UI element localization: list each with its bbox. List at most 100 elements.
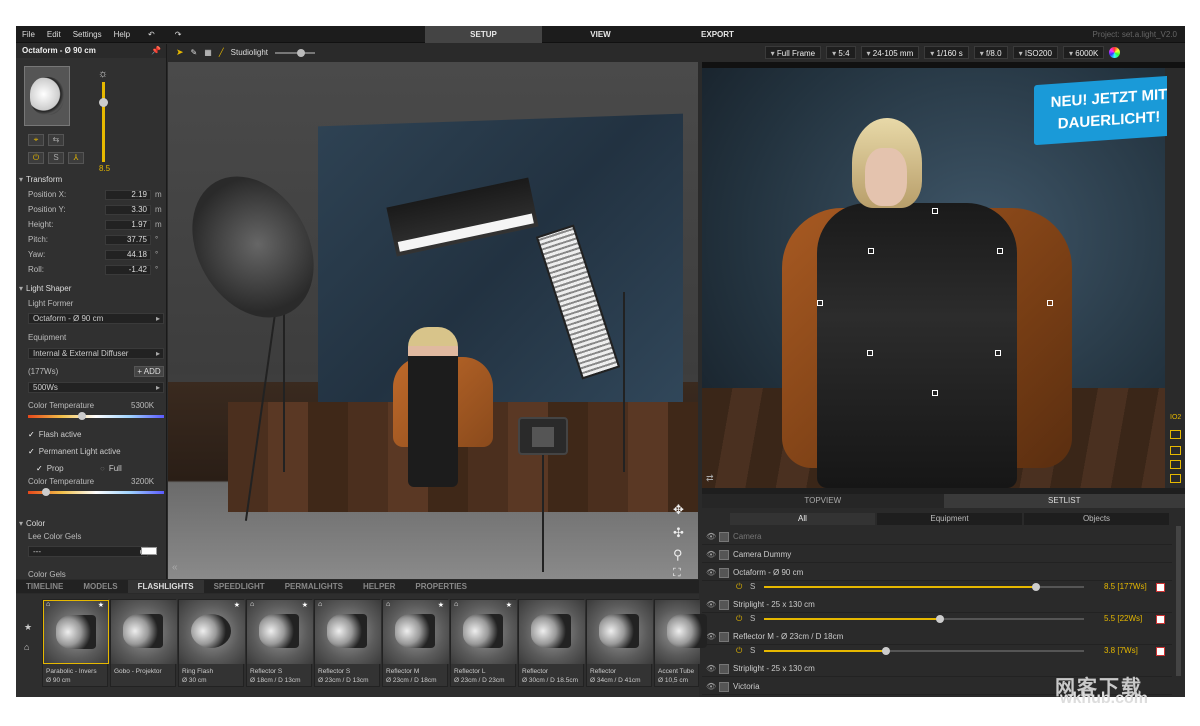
aperture-select[interactable]: f/8.0 bbox=[973, 46, 1008, 59]
tab-properties[interactable]: PROPERTIES bbox=[405, 582, 477, 591]
select-tool-icon[interactable]: ➤ bbox=[176, 47, 184, 58]
color-temp-slider-1[interactable] bbox=[28, 412, 164, 420]
frame-icon[interactable] bbox=[1170, 446, 1181, 455]
light-former-select[interactable]: Octaform - Ø 90 cm bbox=[28, 313, 164, 324]
library-item[interactable]: ⌂ ★ Reflector M Ø 23cm / D 18cm bbox=[382, 599, 449, 687]
collapse-icon[interactable]: « bbox=[172, 562, 178, 573]
star-icon[interactable]: ★ bbox=[98, 601, 104, 609]
tripod-icon[interactable]: ⅄ bbox=[68, 152, 84, 164]
menu-file[interactable]: File bbox=[16, 30, 41, 39]
tab-timeline[interactable]: TIMELINE bbox=[16, 582, 73, 591]
star-icon[interactable]: ★ bbox=[234, 601, 240, 609]
position-y-input[interactable]: 3.30 bbox=[105, 205, 151, 215]
gel-swatch[interactable] bbox=[1156, 647, 1165, 656]
tab-speedlight[interactable]: SPEEDLIGHT bbox=[204, 582, 275, 591]
pin-icon[interactable]: 📌 bbox=[151, 44, 161, 58]
power-icon[interactable]: ⏻ bbox=[736, 643, 742, 659]
tab-topview[interactable]: TOPVIEW bbox=[702, 494, 944, 508]
tab-permalights[interactable]: PERMALIGHTS bbox=[275, 582, 353, 591]
undo-icon[interactable]: ↶ bbox=[142, 30, 161, 39]
solo-icon[interactable]: S bbox=[750, 579, 755, 595]
person-model[interactable] bbox=[408, 327, 458, 487]
gel-swatch[interactable] bbox=[1156, 583, 1165, 592]
grid-icon[interactable]: ▦ bbox=[204, 48, 212, 57]
menu-help[interactable]: Help bbox=[108, 30, 136, 39]
rotate-icon[interactable]: ⇄ bbox=[706, 473, 714, 484]
color-wheel-icon[interactable] bbox=[1109, 47, 1121, 58]
full-radio[interactable]: ○ Full bbox=[100, 464, 122, 473]
star-icon[interactable]: ★ bbox=[302, 601, 308, 609]
library-item[interactable]: ⌂ ★ Reflector L Ø 23cm / D 23cm bbox=[450, 599, 517, 687]
menu-edit[interactable]: Edit bbox=[41, 30, 67, 39]
solo-icon[interactable]: S bbox=[48, 152, 64, 164]
pose-handle[interactable] bbox=[867, 350, 873, 356]
pose-handle[interactable] bbox=[1047, 300, 1053, 306]
power-icon[interactable]: ⏻ bbox=[736, 579, 742, 595]
library-item[interactable]: Reflector Ø 30cm / D 18.5cm bbox=[518, 599, 585, 687]
slider-knob[interactable] bbox=[42, 488, 50, 496]
setlist-scrollbar[interactable] bbox=[1176, 526, 1181, 676]
gel-swatch[interactable] bbox=[141, 547, 157, 555]
mode-export[interactable]: EXPORT bbox=[659, 26, 776, 43]
setlist-item[interactable]: 👁 Camera bbox=[702, 529, 1172, 545]
star-icon[interactable]: ★ bbox=[506, 601, 512, 609]
power-icon[interactable]: ⏻ bbox=[736, 611, 742, 627]
library-item[interactable]: Reflector Ø 34cm / D 41cm bbox=[586, 599, 653, 687]
tab-flashlights[interactable]: FLASHLIGHTS bbox=[127, 580, 204, 593]
fit-icon[interactable]: ⛶ bbox=[673, 567, 681, 579]
zoom-icon[interactable]: ⚲ bbox=[673, 547, 683, 563]
pitch-input[interactable]: 37.75 bbox=[105, 235, 151, 245]
aspect-select[interactable]: 5:4 bbox=[826, 46, 856, 59]
height-input[interactable]: 1.97 bbox=[105, 220, 151, 230]
power-slider[interactable] bbox=[764, 615, 1084, 623]
library-item[interactable]: ★ Ring Flash Ø 30 cm bbox=[178, 599, 245, 687]
home-icon[interactable]: ⌂ bbox=[24, 642, 29, 652]
eye-icon[interactable]: 👁 bbox=[706, 547, 716, 563]
add-button[interactable]: + ADD bbox=[134, 366, 164, 377]
target-icon[interactable]: ⌖ bbox=[28, 134, 44, 146]
slider-knob[interactable] bbox=[1032, 583, 1040, 591]
position-x-input[interactable]: 2.19 bbox=[105, 190, 151, 200]
preset-slider[interactable] bbox=[275, 48, 315, 57]
star-icon[interactable]: ★ bbox=[438, 601, 444, 609]
library-item[interactable]: Gobo - Projektor bbox=[110, 599, 177, 687]
roll-input[interactable]: -1.42 bbox=[105, 265, 151, 275]
pan-icon[interactable]: ✣ bbox=[673, 525, 684, 541]
mode-view[interactable]: VIEW bbox=[542, 26, 659, 43]
flash-active-checkbox[interactable]: ✓ Flash active bbox=[28, 430, 81, 439]
slider-knob[interactable] bbox=[936, 615, 944, 623]
pencil-icon[interactable]: ✎ bbox=[191, 48, 198, 57]
lee-gels-select[interactable]: --- bbox=[28, 546, 148, 557]
color-section[interactable]: Color bbox=[16, 518, 166, 530]
orbit-icon[interactable]: ✥ bbox=[673, 502, 684, 518]
measure-icon[interactable]: ╱ bbox=[219, 48, 224, 57]
eye-icon[interactable]: 👁 bbox=[706, 661, 716, 677]
eye-icon[interactable]: 👁 bbox=[706, 529, 716, 545]
tab-helper[interactable]: HELPER bbox=[353, 582, 405, 591]
pose-handle[interactable] bbox=[997, 248, 1003, 254]
library-item[interactable]: ⌂ ★ Reflector S Ø 18cm / D 13cm bbox=[246, 599, 313, 687]
filter-objects[interactable]: Objects bbox=[1024, 513, 1169, 525]
eye-icon[interactable]: 👁 bbox=[706, 679, 716, 695]
redo-icon[interactable]: ↷ bbox=[169, 30, 188, 39]
filter-equipment[interactable]: Equipment bbox=[877, 513, 1022, 525]
3d-viewport[interactable]: ✥ ✣ ⚲ ⛶ ↺ « bbox=[168, 62, 698, 579]
transform-section[interactable]: Transform bbox=[16, 174, 166, 186]
white-balance-select[interactable]: 6000K bbox=[1062, 46, 1105, 59]
filter-all[interactable]: All bbox=[730, 513, 875, 525]
tab-models[interactable]: MODELS bbox=[73, 582, 127, 591]
pose-handle[interactable] bbox=[932, 208, 938, 214]
io2-icon[interactable]: IO2 bbox=[1170, 414, 1181, 423]
pose-handle[interactable] bbox=[868, 248, 874, 254]
overlay-icon[interactable] bbox=[1170, 460, 1181, 469]
library-item[interactable]: ⌂ Reflector S Ø 23cm / D 13cm bbox=[314, 599, 381, 687]
library-item[interactable]: ⌂ ★ Parabolic - Invers Ø 90 cm bbox=[42, 599, 109, 687]
slider-knob[interactable] bbox=[881, 647, 890, 655]
shutter-select[interactable]: 1/160 s bbox=[924, 46, 969, 59]
histogram-icon[interactable] bbox=[1170, 474, 1181, 483]
tab-setlist[interactable]: SETLIST bbox=[943, 494, 1185, 508]
library-item[interactable]: Accent Tube Ø 10,5 cm bbox=[654, 599, 707, 687]
favorites-star-icon[interactable]: ★ bbox=[24, 622, 32, 633]
equipment-select[interactable]: Internal & External Diffuser bbox=[28, 348, 164, 359]
light-shaper-section[interactable]: Light Shaper bbox=[16, 283, 166, 295]
